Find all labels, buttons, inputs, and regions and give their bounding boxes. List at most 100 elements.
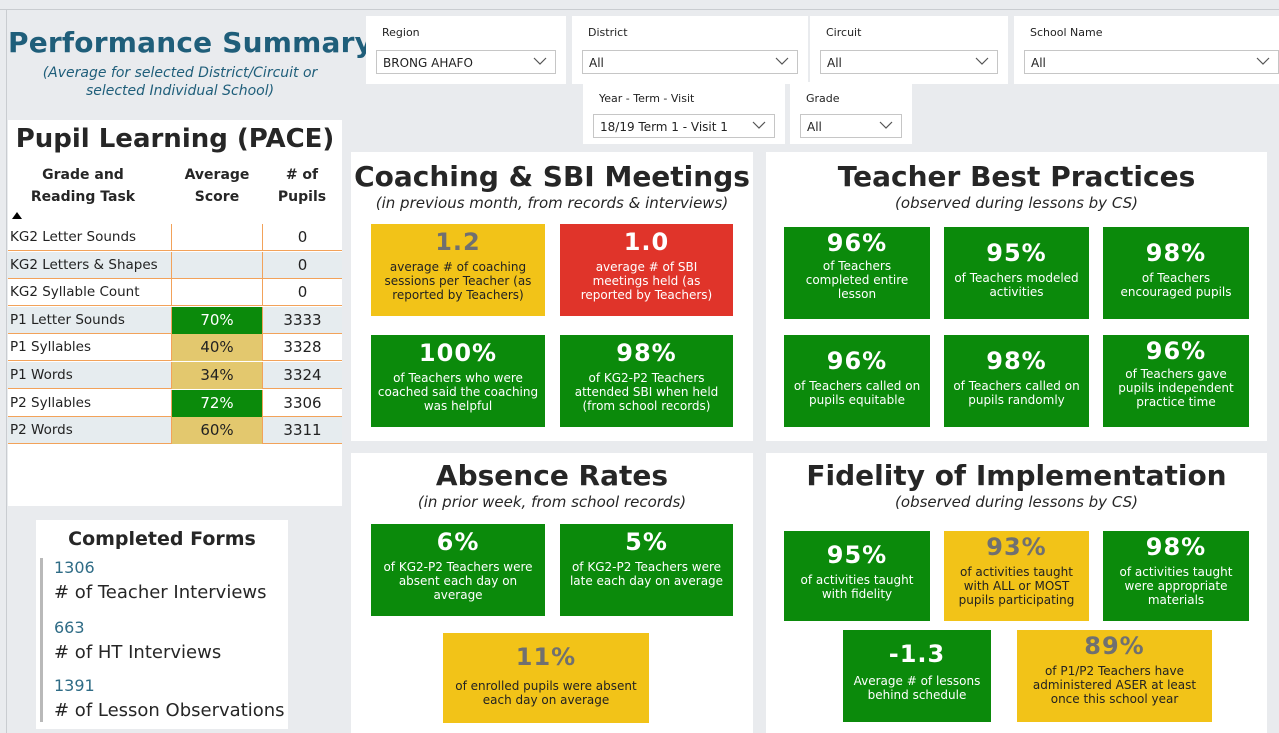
kpi-description: of KG2-P2 Teachers were absent each day … bbox=[383, 560, 533, 602]
best-practices-kpi-tile: 98% of Teachers encouraged pupils bbox=[1103, 227, 1249, 319]
coaching-subtitle: (in previous month, from records & inter… bbox=[375, 194, 729, 212]
page-subtitle: (Average for selected District/Circuit o… bbox=[42, 65, 318, 99]
kpi-value: 11% bbox=[515, 643, 577, 671]
coaching-panel: Coaching & SBI Meetings (in previous mon… bbox=[351, 152, 753, 441]
kpi-value: 98% bbox=[616, 339, 677, 367]
task-cell: P1 Letter Sounds bbox=[10, 311, 125, 328]
year-term-slicer: Year - Term - Visit 18/19 Term 1 - Visit… bbox=[583, 82, 785, 144]
year-term-label: Year - Term - Visit bbox=[599, 92, 695, 105]
task-cell: KG2 Letters & Shapes bbox=[10, 256, 158, 273]
table-row: P1 Syllables 40% 3328 bbox=[8, 334, 342, 362]
table-row: KG2 Syllable Count 0 bbox=[8, 279, 342, 307]
pupil-learning-panel: Pupil Learning (PACE) Grade and Reading … bbox=[8, 120, 342, 506]
kpi-description: of enrolled pupils were absent each day … bbox=[455, 679, 637, 707]
score-cell bbox=[171, 251, 263, 279]
task-cell: P1 Words bbox=[10, 367, 73, 383]
task-cell: P2 Syllables bbox=[10, 394, 92, 411]
kpi-value: 93% bbox=[986, 533, 1047, 561]
year-term-dropdown[interactable]: 18/19 Term 1 - Visit 1 bbox=[593, 114, 775, 138]
kpi-value: 98% bbox=[1145, 533, 1207, 561]
kpi-description: Average # of lessons behind schedule bbox=[853, 674, 981, 702]
col-header-pupils[interactable]: # of Pupils bbox=[266, 164, 338, 208]
circuit-label: Circuit bbox=[826, 26, 862, 39]
fidelity-kpi-tile: -1.3 Average # of lessons behind schedule bbox=[843, 630, 991, 722]
teacher-interviews-label: # of Teacher Interviews bbox=[54, 582, 267, 603]
school-slicer: School Name All bbox=[1014, 16, 1279, 84]
kpi-description: of P1/P2 Teachers have administered ASER… bbox=[1032, 664, 1197, 706]
kpi-description: of Teachers called on pupils equitable bbox=[793, 379, 921, 407]
top-divider bbox=[0, 9, 1279, 10]
score-cell bbox=[171, 224, 263, 251]
kpi-value: 96% bbox=[1145, 337, 1207, 365]
district-dropdown[interactable]: All bbox=[582, 50, 798, 74]
absence-title: Absence Rates bbox=[435, 459, 669, 492]
chevron-down-icon bbox=[1256, 57, 1270, 65]
circuit-dropdown[interactable]: All bbox=[820, 50, 998, 74]
grade-value: All bbox=[807, 120, 822, 134]
kpi-value: 96% bbox=[826, 229, 888, 257]
school-dropdown[interactable]: All bbox=[1024, 50, 1279, 74]
absence-panel: Absence Rates (in prior week, from schoo… bbox=[351, 453, 753, 733]
kpi-value: 95% bbox=[986, 239, 1047, 267]
col-header-score[interactable]: Average Score bbox=[178, 164, 256, 208]
coaching-title: Coaching & SBI Meetings bbox=[354, 160, 750, 193]
grade-dropdown[interactable]: All bbox=[800, 114, 902, 138]
pupil-learning-title: Pupil Learning (PACE) bbox=[15, 124, 335, 154]
absence-kpi-tile: 5% of KG2-P2 Teachers were late each day … bbox=[560, 524, 733, 616]
fidelity-kpi-tile: 95% of activities taught with fidelity bbox=[784, 531, 930, 621]
kpi-value: 96% bbox=[826, 347, 888, 375]
pupils-cell: 3333 bbox=[283, 310, 322, 329]
ht-interviews-label: # of HT Interviews bbox=[54, 642, 222, 663]
page-title: Performance Summary bbox=[8, 26, 374, 59]
score-cell: 70% bbox=[171, 306, 263, 334]
task-cell: KG2 Syllable Count bbox=[10, 284, 140, 301]
kpi-description: of KG2-P2 Teachers attended SBI when hel… bbox=[574, 371, 719, 413]
fidelity-subtitle: (observed during lessons by CS) bbox=[895, 493, 1138, 511]
kpi-value: 5% bbox=[625, 528, 668, 556]
best-practices-kpi-tile: 96% of Teachers called on pupils equitabl… bbox=[784, 335, 930, 427]
coaching-kpi-tile: 1.2 average # of coaching sessions per Te… bbox=[371, 224, 545, 316]
col-header-task[interactable]: Grade and Reading Task bbox=[18, 164, 148, 208]
chevron-down-icon bbox=[775, 57, 789, 65]
teacher-interviews-count: 1306 bbox=[54, 558, 95, 577]
pupils-cell: 3306 bbox=[283, 393, 322, 412]
score-cell bbox=[171, 279, 263, 307]
kpi-description: average # of coaching sessions per Teach… bbox=[384, 260, 532, 302]
best-practices-kpi-tile: 96% of Teachers gave pupils independent p… bbox=[1103, 335, 1249, 427]
kpi-description: of KG2-P2 Teachers were late each day on… bbox=[569, 560, 724, 588]
chevron-down-icon bbox=[533, 57, 547, 65]
pupils-cell: 0 bbox=[297, 228, 308, 246]
absence-subtitle: (in prior week, from school records) bbox=[417, 493, 687, 511]
kpi-description: of activities taught with ALL or MOST pu… bbox=[958, 565, 1075, 607]
kpi-description: average # of SBI meetings held (as repor… bbox=[580, 260, 713, 302]
pupils-cell: 0 bbox=[297, 283, 308, 302]
ht-interviews-count: 663 bbox=[54, 618, 85, 637]
table-row: KG2 Letter Sounds 0 bbox=[8, 224, 342, 251]
completed-forms-title: Completed Forms bbox=[68, 528, 256, 550]
left-divider bbox=[6, 9, 7, 733]
kpi-value: 95% bbox=[826, 541, 888, 569]
kpi-value: 89% bbox=[1084, 632, 1145, 660]
kpi-value: 1.0 bbox=[623, 228, 670, 256]
fidelity-kpi-tile: 89% of P1/P2 Teachers have administered A… bbox=[1017, 630, 1212, 722]
score-cell: 60% bbox=[171, 417, 263, 445]
kpi-value: 98% bbox=[1145, 239, 1207, 267]
sort-ascending-icon[interactable] bbox=[12, 212, 22, 219]
table-row: P2 Syllables 72% 3306 bbox=[8, 389, 342, 417]
table-row: P1 Words 34% 3324 bbox=[8, 362, 342, 389]
pupils-cell: 3328 bbox=[283, 338, 322, 357]
region-slicer: Region BRONG AHAFO bbox=[366, 16, 566, 84]
coaching-kpi-tile: 1.0 average # of SBI meetings held (as re… bbox=[560, 224, 733, 316]
chevron-down-icon bbox=[975, 57, 989, 65]
region-dropdown[interactable]: BRONG AHAFO bbox=[376, 50, 556, 74]
grade-slicer: Grade All bbox=[790, 82, 912, 144]
district-value: All bbox=[589, 56, 604, 70]
best-practices-title: Teacher Best Practices bbox=[837, 160, 1196, 193]
fidelity-kpi-tile: 93% of activities taught with ALL or MOST… bbox=[944, 531, 1089, 621]
circuit-slicer: Circuit All bbox=[810, 16, 1008, 84]
kpi-description: of Teachers modeled activities bbox=[954, 271, 1079, 299]
completed-forms-card: Completed Forms 1306 # of Teacher Interv… bbox=[36, 520, 288, 729]
best-practices-kpi-tile: 98% of Teachers called on pupils randomly bbox=[944, 335, 1089, 427]
absence-kpi-tile: 11% of enrolled pupils were absent each d… bbox=[443, 633, 649, 723]
forms-accent-bar bbox=[40, 558, 43, 722]
